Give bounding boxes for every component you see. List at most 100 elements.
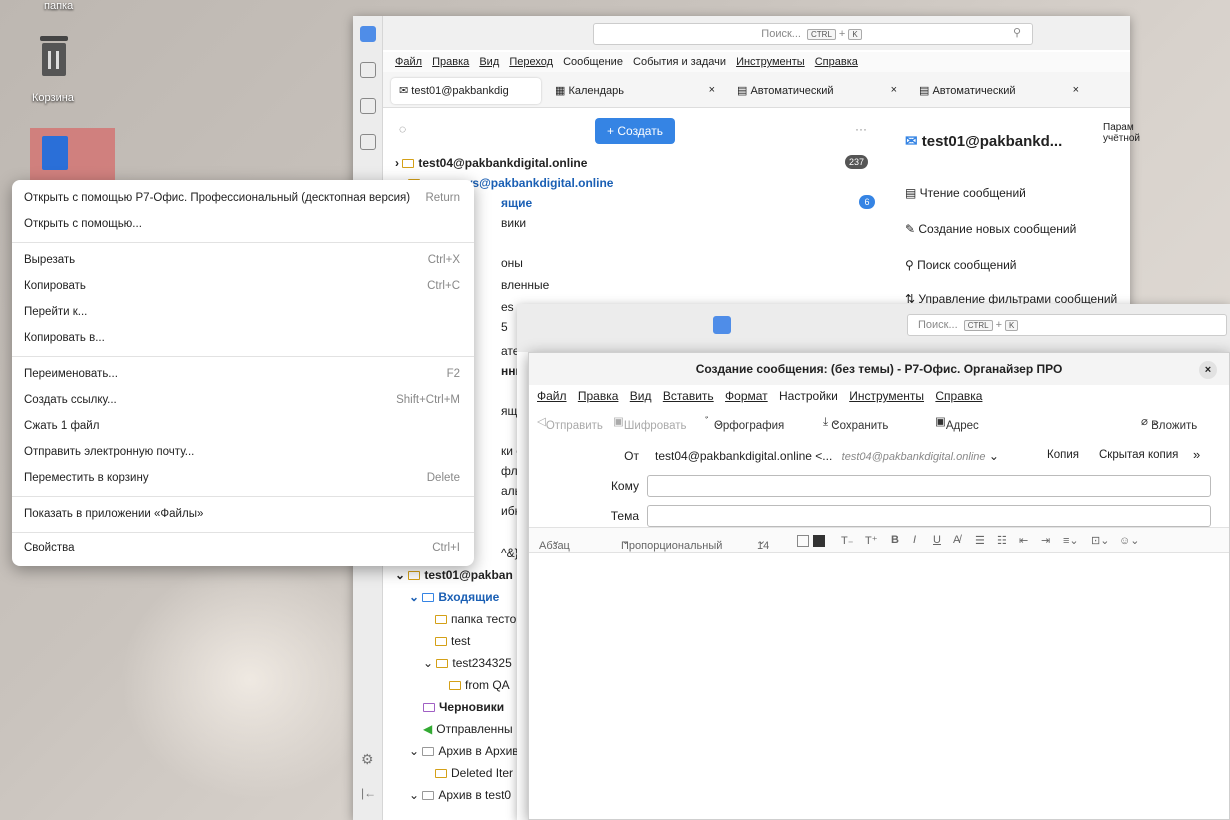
menu-settings[interactable]: Настройки — [779, 389, 838, 403]
folder-archive-test0[interactable]: ⌄ Архив в test0 — [409, 788, 511, 802]
italic-icon[interactable]: I — [913, 534, 916, 546]
folder-deleted[interactable]: Deleted Iter — [435, 766, 513, 780]
menu-tools[interactable]: Инструменты — [736, 56, 805, 68]
folder-sent[interactable]: ◀ Отправленны — [423, 722, 513, 736]
folder-account-test01[interactable]: ⌄ test01@pakban — [395, 568, 513, 582]
menu-item-create-link[interactable]: Создать ссылку... Shift+Ctrl+M — [24, 394, 460, 412]
bullet-list-icon[interactable]: ☰ — [975, 534, 985, 547]
mail-space-icon[interactable] — [713, 316, 731, 334]
tab-auto-1[interactable]: ▤ Автоматический × — [729, 78, 905, 104]
menu-edit[interactable]: Правка — [432, 56, 469, 68]
tasks-icon[interactable] — [360, 134, 376, 150]
folder-archive[interactable]: ⌄ Архив в Архив — [409, 744, 519, 758]
menu-view[interactable]: Вид — [630, 389, 652, 403]
menu-go[interactable]: Переход — [509, 56, 553, 68]
read-messages-link[interactable]: ▤ Чтение сообщений — [905, 186, 1026, 200]
outdent-icon[interactable]: ⇤ — [1019, 534, 1028, 547]
address-book-icon[interactable] — [360, 62, 376, 78]
folder-inbox-test01[interactable]: ⌄ Входящие — [409, 590, 499, 604]
menu-format[interactable]: Формат — [725, 389, 768, 403]
menu-item-open-with[interactable]: Открыть с помощью... — [24, 218, 460, 236]
close-button[interactable]: × — [1199, 361, 1217, 379]
global-search-input[interactable]: Поиск... CTRL + K — [593, 23, 1033, 45]
menu-tools[interactable]: Инструменты — [849, 389, 924, 403]
subject-input[interactable] — [647, 505, 1211, 527]
menu-item-show-in-files[interactable]: Показать в приложении «Файлы» — [24, 508, 460, 526]
menu-message[interactable]: Сообщение — [563, 56, 623, 68]
folder-item[interactable]: вленные — [501, 278, 549, 292]
insert-icon[interactable]: ⊡⌄ — [1091, 534, 1109, 547]
emoji-icon[interactable]: ☺⌄ — [1119, 534, 1139, 547]
menu-view[interactable]: Вид — [479, 56, 499, 68]
clear-format-icon[interactable]: A̸ — [953, 534, 960, 546]
account-settings-link[interactable]: Парам учётной — [1103, 122, 1140, 144]
font-size-up-icon[interactable]: T⁺ — [865, 534, 878, 547]
more-headers-button[interactable]: » — [1193, 447, 1200, 462]
background-color-swatch[interactable] — [813, 535, 825, 547]
mail-space-icon[interactable] — [360, 26, 376, 42]
document-file-icon[interactable] — [30, 128, 115, 186]
address-button[interactable]: ▣ Адрес — [935, 414, 979, 432]
message-body-editor[interactable] — [529, 553, 1229, 819]
folder-item[interactable]: вики — [501, 216, 526, 230]
from-selector[interactable]: test04@pakbankdigital.online <... test04… — [655, 449, 999, 463]
font-size-select[interactable]: 14 ⌄ — [757, 534, 769, 552]
align-icon[interactable]: ≡⌄ — [1063, 534, 1079, 547]
more-icon[interactable]: ··· — [855, 122, 867, 136]
menu-file[interactable]: Файл — [537, 389, 567, 403]
menu-item-compress[interactable]: Сжать 1 файл — [24, 420, 460, 438]
tab-mail[interactable]: ✉ test01@pakbankdig — [391, 78, 541, 104]
text-color-swatch[interactable] — [797, 535, 809, 547]
menu-item-cut[interactable]: Вырезать Ctrl+X — [24, 254, 460, 272]
menu-file[interactable]: Файл — [395, 56, 422, 68]
menu-item-move-to[interactable]: Перейти к... — [24, 306, 460, 324]
indent-icon[interactable]: ⇥ — [1041, 534, 1050, 547]
cc-button[interactable]: Копия — [1047, 449, 1079, 461]
spellcheck-button[interactable]: ﾞ Орфография ⌄ — [705, 414, 784, 432]
menu-edit[interactable]: Правка — [578, 389, 619, 403]
numbered-list-icon[interactable]: ☷ — [997, 534, 1007, 547]
second-search-input[interactable]: Поиск... CTRL + K — [907, 314, 1227, 336]
menu-help[interactable]: Справка — [935, 389, 982, 403]
folder-account-test04[interactable]: › test04@pakbankdigital.online — [395, 156, 587, 170]
bold-icon[interactable]: B — [891, 534, 899, 546]
trash-icon[interactable] — [40, 36, 68, 76]
folder-item[interactable]: 5 — [501, 320, 508, 334]
folder-item[interactable]: ⌄ test234325 — [423, 656, 512, 670]
menu-help[interactable]: Справка — [815, 56, 858, 68]
folder-drafts[interactable]: Черновики — [423, 700, 504, 714]
bcc-button[interactable]: Скрытая копия — [1099, 449, 1178, 461]
menu-item-copy-to[interactable]: Копировать в... — [24, 332, 460, 350]
search-messages-link[interactable]: ⚲ Поиск сообщений — [905, 258, 1017, 272]
folder-options-icon[interactable]: ◌ — [399, 122, 406, 136]
settings-icon[interactable]: ⚙ — [361, 751, 374, 768]
menu-events[interactable]: События и задачи — [633, 56, 726, 68]
menu-item-open-with-r7[interactable]: Открыть с помощью Р7-Офис. Профессиональ… — [24, 192, 460, 210]
collapse-icon[interactable]: |← — [361, 786, 376, 800]
menu-item-properties[interactable]: Свойства Ctrl+I — [24, 542, 460, 560]
tab-calendar[interactable]: ▦ Календарь × — [547, 78, 723, 104]
menu-item-copy[interactable]: Копировать Ctrl+C — [24, 280, 460, 298]
folder-item[interactable]: test — [435, 634, 470, 648]
send-button[interactable]: ◁ Отправить — [537, 414, 603, 432]
menu-item-move-to-trash[interactable]: Переместить в корзину Delete — [24, 472, 460, 490]
folder-inbox[interactable]: ящие — [501, 196, 532, 210]
folder-item[interactable]: оны — [501, 256, 523, 270]
menu-item-send-email[interactable]: Отправить электронную почту... — [24, 446, 460, 464]
save-button[interactable]: ⤓ Сохранить ⌄ — [823, 414, 888, 432]
attach-button[interactable]: ⌀ Вложить ⌄ — [1141, 414, 1197, 432]
font-select[interactable]: Пропорциональный ⌄ — [621, 534, 722, 552]
paragraph-select[interactable]: Абзац ⌄ — [539, 534, 570, 552]
folder-item[interactable]: es — [501, 300, 514, 314]
folder-item[interactable]: from QA — [449, 678, 510, 692]
calendar-icon[interactable] — [360, 98, 376, 114]
compose-messages-link[interactable]: ✎ Создание новых сообщений — [905, 222, 1076, 236]
to-input[interactable] — [647, 475, 1211, 497]
underline-icon[interactable]: U — [933, 534, 941, 546]
font-size-down-icon[interactable]: T₋ — [841, 534, 854, 547]
folder-item[interactable]: папка тесто — [435, 612, 516, 626]
menu-insert[interactable]: Вставить — [663, 389, 714, 403]
encrypt-button[interactable]: ▣ Шифровать — [613, 414, 686, 432]
menu-item-rename[interactable]: Переименовать... F2 — [24, 368, 460, 386]
new-message-button[interactable]: + Создать — [595, 118, 675, 144]
